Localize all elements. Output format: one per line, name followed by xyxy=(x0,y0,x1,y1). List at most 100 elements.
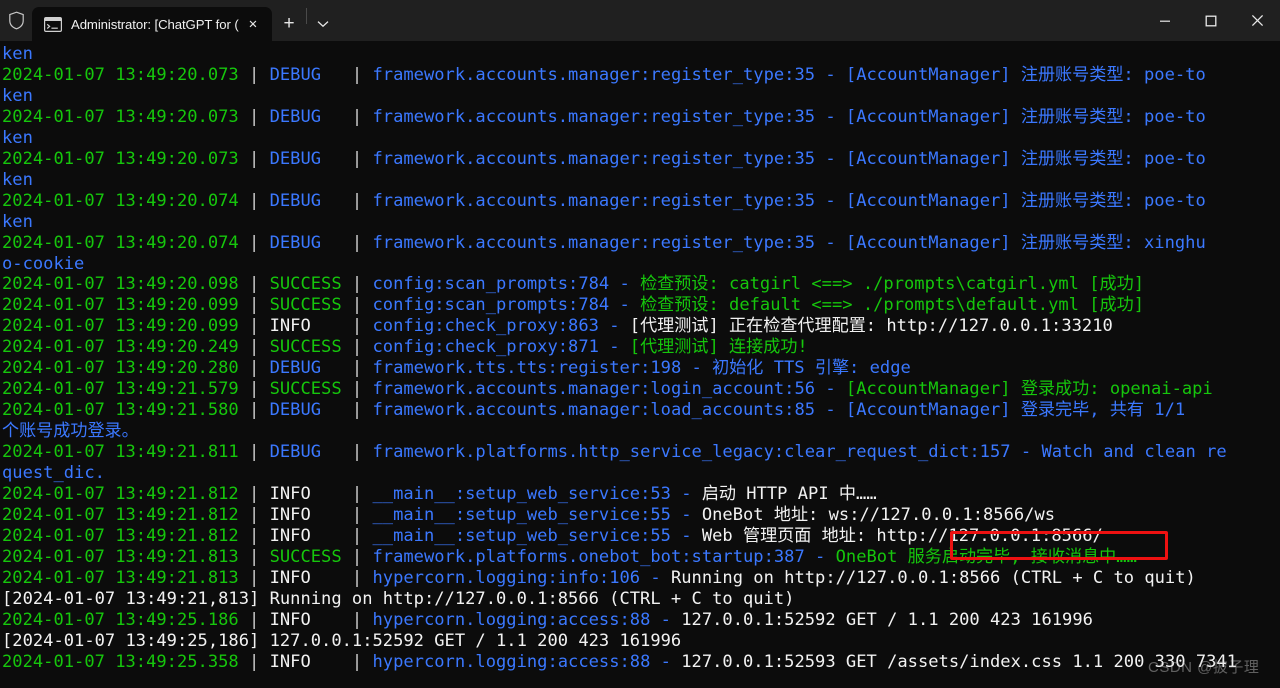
terminal-output[interactable]: ken 2024-01-07 13:49:20.073 | DEBUG | fra… xyxy=(0,41,1280,688)
log-line-continuation: quest_dic. xyxy=(2,463,1280,484)
log-level: SUCCESS xyxy=(269,295,342,316)
log-separator: | xyxy=(341,567,373,588)
log-timestamp: 2024-01-07 13:49:20.073 xyxy=(2,64,239,85)
log-separator: | xyxy=(238,232,270,253)
log-dash: - xyxy=(609,274,641,295)
log-separator: | xyxy=(238,316,270,337)
log-message: [代理测试] 连接成功! xyxy=(629,337,808,358)
log-message-continued: ken xyxy=(2,169,33,190)
log-separator: | xyxy=(238,525,270,546)
close-window-button[interactable] xyxy=(1234,0,1280,41)
log-separator: | xyxy=(238,442,270,463)
log-module: hypercorn.logging:access:88 xyxy=(372,609,651,630)
log-module: config:scan_prompts:784 xyxy=(372,274,610,295)
log-dash: - xyxy=(815,400,846,421)
log-level: INFO xyxy=(269,567,342,588)
log-line: 2024-01-07 13:49:20.249 | SUCCESS | conf… xyxy=(2,337,1280,358)
minimize-button[interactable] xyxy=(1142,0,1188,41)
log-line: 2024-01-07 13:49:20.074 | DEBUG | framew… xyxy=(2,191,1280,212)
log-module: framework.platforms.http_service_legacy:… xyxy=(372,442,1011,463)
log-timestamp: 2024-01-07 13:49:21.812 xyxy=(2,525,239,546)
log-module: config:check_proxy:863 xyxy=(372,316,599,337)
log-message: [代理测试] 正在检查代理配置: http://127.0.0.1:33210 xyxy=(629,316,1113,337)
log-timestamp: 2024-01-07 13:49:20.073 xyxy=(2,106,239,127)
log-separator: | xyxy=(238,651,270,672)
log-line-continuation: ken xyxy=(2,170,1280,191)
log-dash: - xyxy=(804,546,836,567)
log-separator: | xyxy=(341,106,373,127)
log-message: OneBot 服务启动完毕, 接收消息中…… xyxy=(835,546,1137,567)
log-line: 2024-01-07 13:49:20.073 | DEBUG | framew… xyxy=(2,65,1280,86)
log-separator: | xyxy=(238,484,270,505)
log-timestamp: 2024-01-07 13:49:25.186 xyxy=(2,609,239,630)
log-dash: - xyxy=(670,504,702,525)
log-separator: | xyxy=(238,504,270,525)
log-separator: | xyxy=(238,106,270,127)
log-timestamp: 2024-01-07 13:49:20.074 xyxy=(2,232,239,253)
log-module: framework.accounts.manager:login_account… xyxy=(372,379,816,400)
log-separator: | xyxy=(341,525,373,546)
log-message: 检查预设: default <==> ./prompts\default.yml… xyxy=(640,295,1145,316)
log-message: [AccountManager] 注册账号类型: poe-to xyxy=(845,64,1206,85)
log-level: DEBUG xyxy=(269,148,342,169)
log-message: 检查预设: catgirl <==> ./prompts\catgirl.yml… xyxy=(640,274,1145,295)
log-separator: | xyxy=(341,546,373,567)
log-level: SUCCESS xyxy=(269,546,342,567)
watermark: CSDN @披子理 xyxy=(1148,659,1260,676)
chevron-down-icon[interactable] xyxy=(307,7,339,41)
log-module: framework.accounts.manager:register_type… xyxy=(372,106,816,127)
log-module: config:scan_prompts:784 xyxy=(372,295,610,316)
log-dash: - xyxy=(815,190,846,211)
terminal-tab[interactable]: Administrator: [ChatGPT for ( ✕ xyxy=(32,7,272,41)
log-line: 2024-01-07 13:49:21.812 | INFO | __main_… xyxy=(2,526,1280,547)
log-level: DEBUG xyxy=(269,64,342,85)
log-message: [AccountManager] 注册账号类型: poe-to xyxy=(845,106,1206,127)
log-dash: - xyxy=(681,358,713,379)
log-line: 2024-01-07 13:49:20.099 | SUCCESS | conf… xyxy=(2,295,1280,316)
log-message-continued: ken xyxy=(2,85,33,106)
log-timestamp: 2024-01-07 13:49:21.579 xyxy=(2,379,239,400)
log-line: 2024-01-07 13:49:21.811 | DEBUG | framew… xyxy=(2,442,1280,463)
log-separator: | xyxy=(238,190,270,211)
log-message: [AccountManager] 登录成功: openai-api xyxy=(845,379,1213,400)
log-line-continuation: 个账号成功登录。 xyxy=(2,421,1280,442)
log-level: DEBUG xyxy=(269,190,342,211)
log-dash: - xyxy=(650,609,682,630)
log-dash: - xyxy=(815,232,846,253)
log-separator: | xyxy=(238,400,270,421)
log-timestamp: 2024-01-07 13:49:21.580 xyxy=(2,400,239,421)
log-module: framework.accounts.manager:register_type… xyxy=(372,232,816,253)
log-message: Watch and clean re xyxy=(1041,442,1227,463)
maximize-button[interactable] xyxy=(1188,0,1234,41)
log-message-continued: 个账号成功登录。 xyxy=(2,421,139,442)
log-message: OneBot 地址: ws://127.0.0.1:8566/ws xyxy=(701,504,1056,525)
log-line: 2024-01-07 13:49:21.579 | SUCCESS | fram… xyxy=(2,379,1280,400)
log-module: __main__:setup_web_service:55 xyxy=(372,504,671,525)
log-timestamp: 2024-01-07 13:49:20.280 xyxy=(2,358,239,379)
log-line: 2024-01-07 13:49:20.074 | DEBUG | framew… xyxy=(2,233,1280,254)
log-message: Running on http://127.0.0.1:8566 (CTRL +… xyxy=(670,567,1196,588)
log-line: 2024-01-07 13:49:21.580 | DEBUG | framew… xyxy=(2,400,1280,421)
close-tab-button[interactable]: ✕ xyxy=(240,11,266,37)
log-separator: | xyxy=(341,651,373,672)
log-separator: | xyxy=(341,358,373,379)
log-separator: | xyxy=(238,567,270,588)
terminal-icon xyxy=(44,15,62,33)
log-message: [AccountManager] 注册账号类型: poe-to xyxy=(845,148,1206,169)
log-module: framework.accounts.manager:register_type… xyxy=(372,190,816,211)
log-timestamp: 2024-01-07 13:49:21.813 xyxy=(2,567,239,588)
log-module: __main__:setup_web_service:55 xyxy=(372,525,671,546)
log-separator: | xyxy=(341,379,373,400)
log-timestamp: 2024-01-07 13:49:21.813 xyxy=(2,546,239,567)
log-module: framework.platforms.onebot_bot:startup:3… xyxy=(372,546,805,567)
log-message: 初始化 TTS 引擎: edge xyxy=(712,358,911,379)
log-timestamp: 2024-01-07 13:49:21.812 xyxy=(2,484,239,505)
log-dash: - xyxy=(815,64,846,85)
log-dash: - xyxy=(1010,442,1042,463)
new-tab-button[interactable]: + xyxy=(272,7,306,41)
plain-text: [2024-01-07 13:49:21,813] Running on htt… xyxy=(2,588,795,609)
log-message: [AccountManager] 注册账号类型: poe-to xyxy=(845,190,1206,211)
log-separator: | xyxy=(238,337,270,358)
log-lines: ken 2024-01-07 13:49:20.073 | DEBUG | fra… xyxy=(2,44,1280,673)
log-line: 2024-01-07 13:49:21.812 | INFO | __main_… xyxy=(2,484,1280,505)
